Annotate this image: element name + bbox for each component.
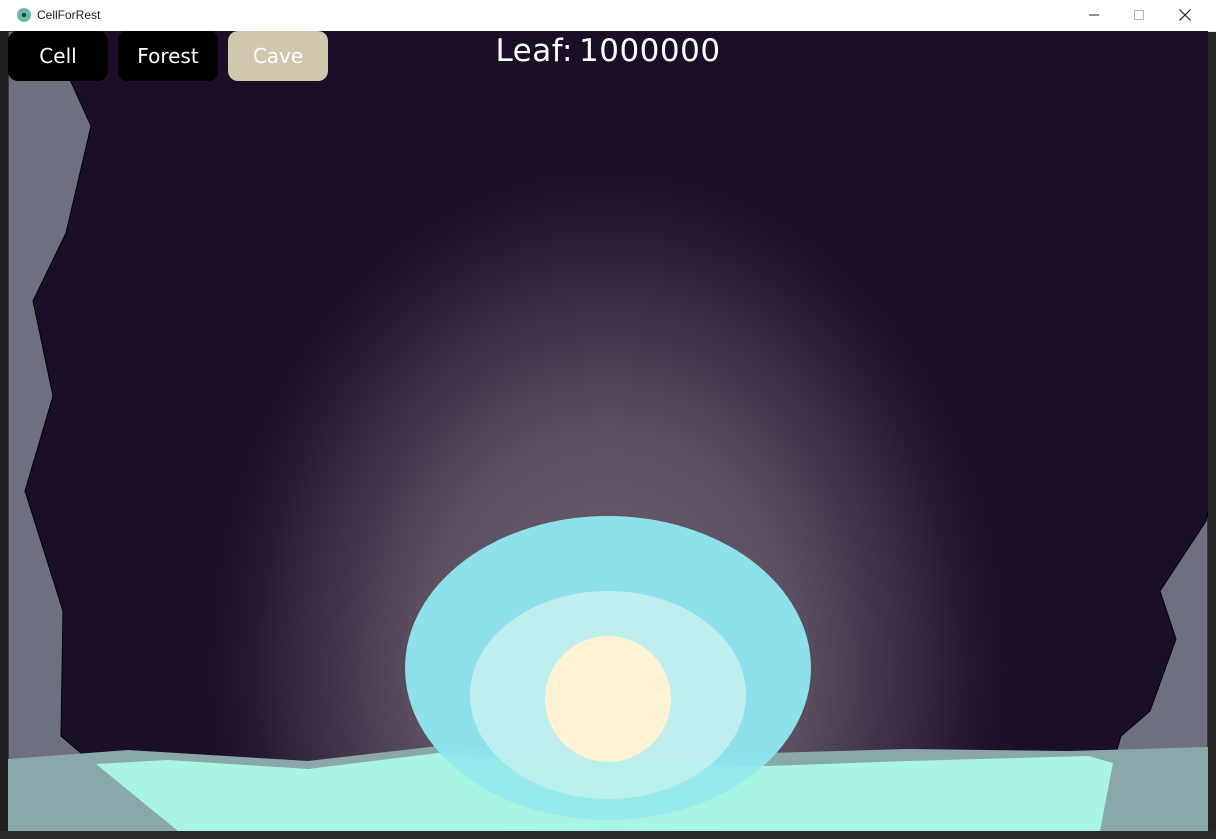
- app-window: CellForRest Cell Forest Cave Leaf: 10000…: [0, 0, 1216, 839]
- game-canvas[interactable]: Cell Forest Cave Leaf: 1000000: [8, 31, 1208, 831]
- orb-core: [545, 636, 671, 762]
- leaf-counter: Leaf: 1000000: [8, 31, 1208, 71]
- leaf-label: Leaf:: [495, 33, 573, 69]
- leaf-value: 1000000: [579, 33, 721, 69]
- title-bar[interactable]: CellForRest: [0, 0, 1216, 32]
- close-icon: [1179, 9, 1191, 21]
- background-editor-strip: [0, 31, 8, 831]
- maximize-button[interactable]: [1116, 0, 1162, 30]
- maximize-icon: [1134, 10, 1144, 20]
- water-overlay: [418, 757, 798, 831]
- cell-icon: [17, 8, 31, 22]
- taskbar-edge: [0, 831, 1216, 839]
- close-button[interactable]: [1162, 0, 1208, 30]
- window-title: CellForRest: [37, 8, 101, 22]
- minimize-icon: [1089, 14, 1099, 16]
- minimize-button[interactable]: [1071, 0, 1117, 30]
- cave-scene: [8, 31, 1208, 831]
